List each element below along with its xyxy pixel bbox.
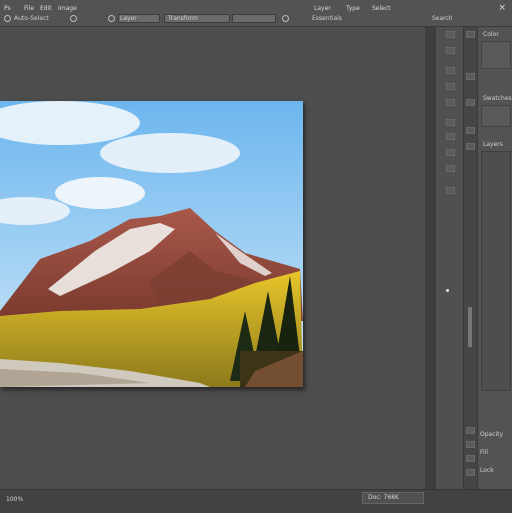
option-layer: Layer: [120, 15, 137, 22]
close-icon[interactable]: ×: [498, 3, 506, 13]
menu-item-edit[interactable]: Edit: [40, 5, 52, 12]
menu-bar: Ps File Edit Image Layer Type Select × A…: [0, 0, 512, 27]
tool-clone-icon[interactable]: [446, 133, 455, 140]
styles-icon[interactable]: [466, 127, 475, 134]
swatches-panel[interactable]: [481, 105, 511, 127]
document-canvas[interactable]: [0, 101, 303, 387]
menu-item-file[interactable]: File: [24, 5, 34, 12]
tool-eraser-icon[interactable]: [446, 149, 455, 156]
history-icon[interactable]: [466, 31, 475, 38]
move-tool-icon[interactable]: [4, 15, 11, 22]
settings-icon[interactable]: [70, 15, 77, 22]
collapse-dot-icon[interactable]: [446, 289, 449, 292]
option-search[interactable]: Search: [432, 15, 453, 22]
distribute-icon[interactable]: [282, 15, 289, 22]
tool-move-icon[interactable]: [446, 31, 455, 38]
menu-item-image[interactable]: Image: [58, 5, 77, 12]
adjustments-icon[interactable]: [466, 99, 475, 106]
status-bar: 100% Doc: 768K: [0, 489, 512, 513]
doc-info: Doc: 768K: [368, 494, 399, 501]
zoom-level[interactable]: 100%: [6, 496, 23, 503]
panel-scrollbar[interactable]: [468, 307, 472, 347]
menu-item-select[interactable]: Select: [372, 5, 391, 12]
option-auto-select[interactable]: Auto-Select: [14, 15, 49, 22]
panel-divider: [425, 27, 435, 489]
tools-panel: [435, 27, 464, 489]
panel-tab-color[interactable]: Color: [483, 31, 499, 38]
tool-crop-icon[interactable]: [446, 83, 455, 90]
properties-icon[interactable]: [466, 73, 475, 80]
menu-item-logo[interactable]: Ps: [4, 5, 11, 12]
tool-eyedropper-icon[interactable]: [446, 99, 455, 106]
fill-label: Fill: [480, 449, 489, 456]
right-panels: Color Swatches Layers Opacity Fill Lock: [477, 27, 512, 489]
tool-marquee-icon[interactable]: [446, 47, 455, 54]
opacity-label: Opacity: [480, 431, 504, 438]
tool-text-icon[interactable]: [446, 187, 455, 194]
panel-tab-layers[interactable]: Layers: [483, 141, 503, 148]
align-field[interactable]: [232, 14, 276, 23]
tool-lasso-icon[interactable]: [446, 67, 455, 74]
option-essentials[interactable]: Essentials: [312, 15, 342, 22]
lock-label: Lock: [480, 467, 494, 474]
panel-icons-column: [463, 27, 478, 489]
layers-list[interactable]: [481, 151, 511, 391]
option-transform: Transform: [168, 15, 198, 22]
align-icon[interactable]: [108, 15, 115, 22]
landscape-image: [0, 101, 303, 387]
new-layer-icon[interactable]: [466, 427, 475, 434]
channels-icon[interactable]: [466, 143, 475, 150]
delete-layer-icon[interactable]: [466, 469, 475, 476]
tool-gradient-icon[interactable]: [446, 165, 455, 172]
menu-item-layer[interactable]: Layer: [314, 5, 331, 12]
color-panel[interactable]: [481, 41, 511, 69]
folder-icon[interactable]: [466, 441, 475, 448]
mask-icon[interactable]: [466, 455, 475, 462]
panel-tab-swatches[interactable]: Swatches: [483, 95, 512, 102]
tool-brush-icon[interactable]: [446, 119, 455, 126]
menu-item-type[interactable]: Type: [346, 5, 360, 12]
